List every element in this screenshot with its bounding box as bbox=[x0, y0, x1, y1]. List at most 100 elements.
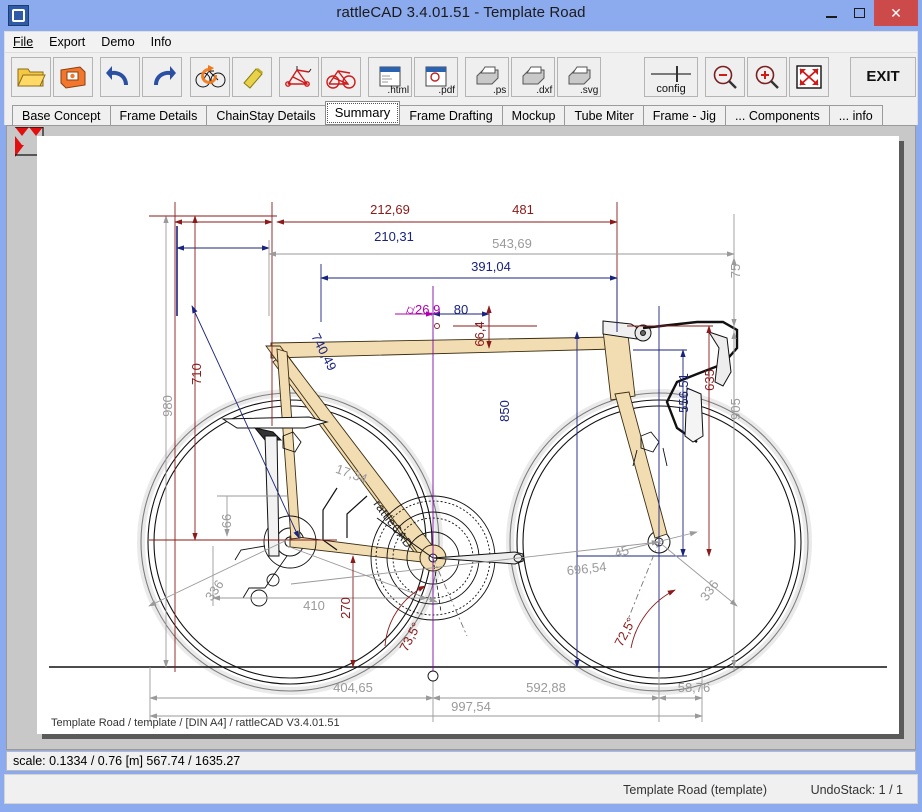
tab-label: ChainStay Details bbox=[216, 109, 316, 123]
red-bike-icon bbox=[284, 65, 312, 87]
save-disk-icon bbox=[60, 65, 86, 89]
undo-arrow-icon bbox=[106, 65, 129, 85]
tab-label: Mockup bbox=[511, 109, 556, 123]
dimension-labels: 212,69 481 210,31 543,69 391,04 75 905 6… bbox=[160, 202, 743, 714]
tab-label: Summary bbox=[334, 105, 391, 120]
menu-item-demo[interactable]: Demo bbox=[93, 33, 142, 51]
tab-base-concept[interactable]: Base Concept bbox=[12, 105, 111, 125]
frame-preview-2-button[interactable] bbox=[320, 56, 361, 97]
close-icon: ✕ bbox=[890, 4, 902, 21]
drawing-sheet: rattleCAD 212,69 481 210,31 543,69 391,0… bbox=[37, 136, 899, 734]
redo-arrow-icon bbox=[154, 65, 177, 85]
dim-905: 905 bbox=[728, 398, 743, 420]
reload-bike-button[interactable] bbox=[189, 56, 230, 97]
export-html-button[interactable]: .html bbox=[368, 56, 413, 97]
tab-label: ... info bbox=[838, 109, 873, 123]
menu-item-file[interactable]: File bbox=[5, 33, 41, 51]
dim-592-88: 592,88 bbox=[526, 680, 566, 695]
tab-frame-jig[interactable]: Frame - Jig bbox=[642, 105, 726, 125]
tab-frame-drafting[interactable]: Frame Drafting bbox=[399, 105, 503, 125]
paint-color-button[interactable] bbox=[231, 56, 272, 97]
toolbar: .html .pdf .ps .dxf .svg config EXIT bbox=[4, 53, 918, 100]
tab-components[interactable]: ... Components bbox=[724, 105, 830, 125]
save-project-button[interactable] bbox=[53, 56, 94, 97]
fit-to-screen-icon bbox=[796, 64, 822, 89]
undo-button[interactable] bbox=[100, 56, 141, 97]
tab-frame-details[interactable]: Frame Details bbox=[109, 105, 208, 125]
dim-58-76: 58,76 bbox=[678, 680, 711, 695]
dim-336-left: 336 bbox=[202, 577, 227, 603]
status-bar: Template Road (template) UndoStack: 1 / … bbox=[4, 774, 918, 804]
scale-text: scale: 0.1334 / 0.76 [m] 567.74 / 1635.2… bbox=[13, 754, 241, 768]
dim-556-51: 556,51 bbox=[676, 373, 691, 413]
undo-stack-indicator: UndoStack: 1 / 1 bbox=[810, 783, 903, 797]
export-ps-button[interactable]: .ps bbox=[465, 56, 510, 97]
paint-roller-icon bbox=[242, 67, 263, 89]
dim-210-31: 210,31 bbox=[374, 229, 414, 244]
minimize-icon bbox=[825, 15, 837, 18]
dim-543-69: 543,69 bbox=[492, 236, 532, 251]
bicycle-technical-drawing: rattleCAD 212,69 481 210,31 543,69 391,0… bbox=[49, 202, 887, 729]
tab-label: Tube Miter bbox=[574, 109, 634, 123]
red-bike-alt-icon bbox=[326, 69, 356, 89]
dim-410: 410 bbox=[303, 598, 325, 613]
maximize-button[interactable] bbox=[846, 0, 872, 26]
tab-info[interactable]: ... info bbox=[828, 105, 883, 125]
dim-404-65: 404,65 bbox=[333, 680, 373, 695]
redo-button[interactable] bbox=[142, 56, 183, 97]
export-pdf-button[interactable]: .pdf bbox=[414, 56, 459, 97]
exit-button[interactable]: EXIT bbox=[850, 56, 917, 97]
dim-850: 850 bbox=[497, 400, 512, 422]
menu-export-label: Export bbox=[49, 35, 86, 49]
frame-preview-1-button[interactable] bbox=[278, 56, 319, 97]
window-title: rattleCAD 3.4.01.51 - Template Road bbox=[336, 4, 586, 21]
config-label: config bbox=[656, 82, 686, 95]
menu-file-label: File bbox=[13, 35, 34, 49]
exit-label: EXIT bbox=[866, 68, 900, 85]
menu-item-export[interactable]: Export bbox=[41, 33, 93, 51]
tab-bar: Base Concept Frame Details ChainStay Det… bbox=[4, 100, 918, 125]
config-button[interactable]: config bbox=[644, 56, 699, 97]
tab-label: Frame Details bbox=[119, 109, 198, 123]
dim-710: 710 bbox=[189, 363, 204, 385]
dim-diameter-26-9: ⌭26,9 bbox=[406, 302, 441, 317]
drawing-footer-text: Template Road / template / [DIN A4] / ra… bbox=[51, 717, 340, 729]
export-pdf-label: .pdf bbox=[438, 84, 456, 96]
zoom-fit-button[interactable] bbox=[789, 56, 830, 97]
export-html-label: .html bbox=[387, 84, 410, 96]
dim-72-5-deg: 72,5° bbox=[611, 615, 639, 649]
tab-tube-miter[interactable]: Tube Miter bbox=[564, 105, 644, 125]
minimize-button[interactable] bbox=[818, 0, 844, 26]
menu-demo-label: Demo bbox=[101, 35, 135, 49]
maximize-icon bbox=[853, 8, 865, 18]
menu-bar: File Export Demo Info bbox=[4, 31, 918, 53]
tab-chainstay-details[interactable]: ChainStay Details bbox=[206, 105, 326, 125]
close-button[interactable]: ✕ bbox=[874, 0, 918, 26]
dim-212-69: 212,69 bbox=[370, 202, 410, 217]
tab-label: ... Components bbox=[734, 109, 820, 123]
dim-391-04: 391,04 bbox=[471, 259, 511, 274]
tab-summary[interactable]: Summary bbox=[324, 101, 401, 125]
zoom-out-button[interactable] bbox=[705, 56, 746, 97]
dim-980: 980 bbox=[160, 395, 175, 417]
scale-status-bar: scale: 0.1334 / 0.76 [m] 567.74 / 1635.2… bbox=[6, 751, 916, 771]
dim-481: 481 bbox=[512, 202, 534, 217]
dim-66: 66 bbox=[219, 514, 234, 528]
bike-refresh-icon bbox=[195, 64, 226, 87]
export-svg-button[interactable]: .svg bbox=[557, 56, 602, 97]
open-project-button[interactable] bbox=[11, 56, 52, 97]
dim-66-4: 66,4 bbox=[472, 321, 487, 346]
dim-997-54: 997,54 bbox=[451, 699, 491, 714]
document-name: Template Road (template) bbox=[623, 783, 767, 797]
tab-label: Base Concept bbox=[22, 109, 101, 123]
dim-336-right: 336 bbox=[697, 577, 722, 603]
application-window: rattleCAD 3.4.01.51 - Template Road ✕ Fi… bbox=[0, 0, 922, 812]
drawing-canvas[interactable]: rattleCAD 212,69 481 210,31 543,69 391,0… bbox=[6, 125, 916, 750]
tab-label: Frame Drafting bbox=[409, 109, 493, 123]
menu-info-label: Info bbox=[150, 35, 172, 49]
tab-mockup[interactable]: Mockup bbox=[501, 105, 566, 125]
export-dxf-button[interactable]: .dxf bbox=[511, 56, 556, 97]
menu-item-info[interactable]: Info bbox=[143, 33, 180, 51]
zoom-in-button[interactable] bbox=[747, 56, 788, 97]
folder-open-icon bbox=[17, 68, 46, 86]
